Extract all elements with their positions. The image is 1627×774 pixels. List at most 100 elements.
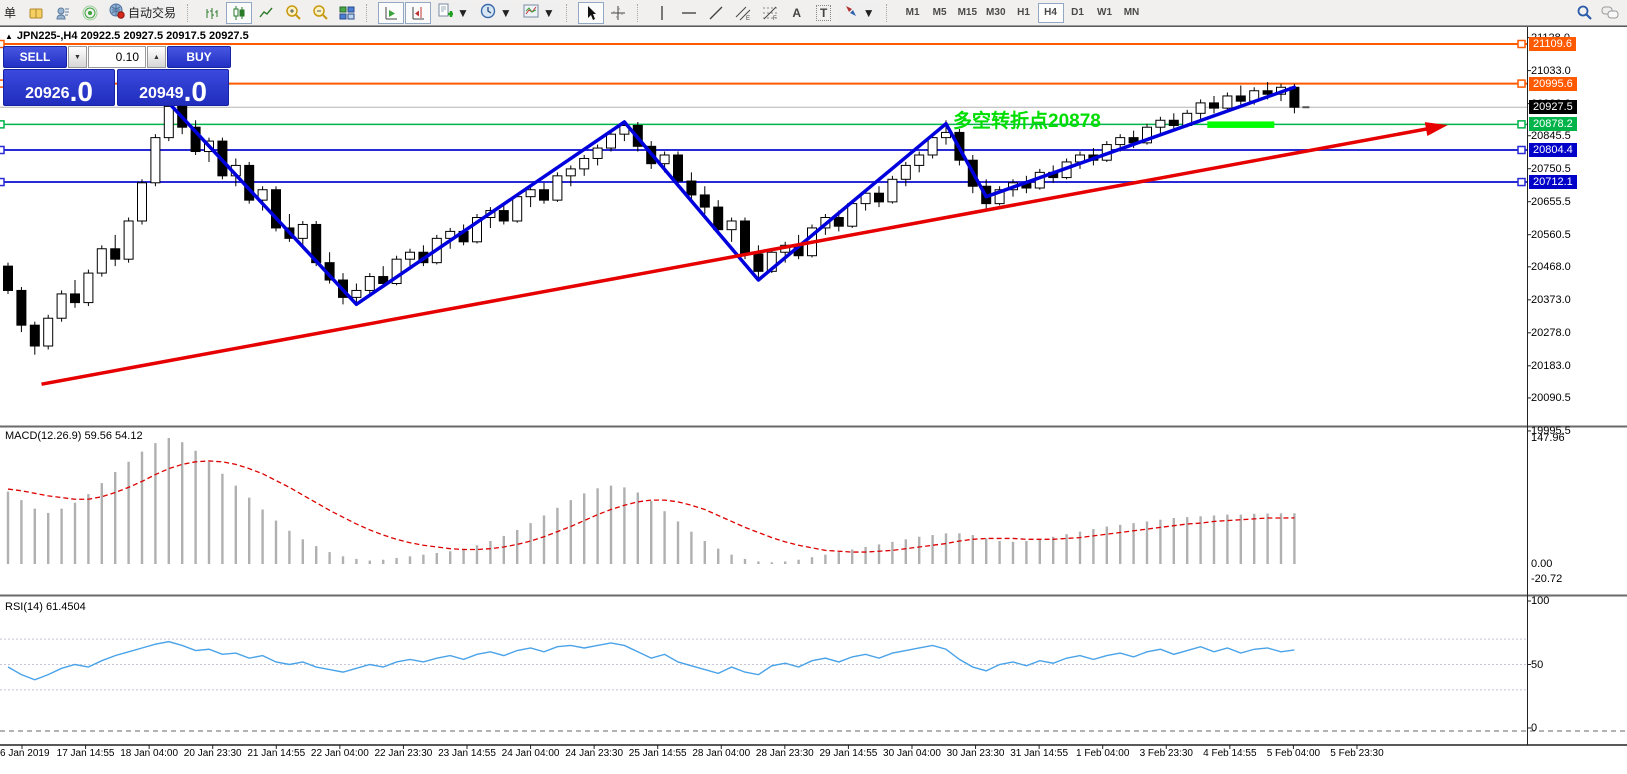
add-indicator-caret-icon[interactable]: ▼ (457, 6, 469, 20)
candle-body (553, 176, 562, 200)
tile-windows-button[interactable] (334, 2, 360, 24)
candle-body (4, 266, 13, 290)
sell-button[interactable]: SELL (3, 46, 67, 68)
candlestick-chart-type-button[interactable] (226, 2, 252, 24)
candle-body (741, 221, 750, 254)
time-axis-label: 30 Jan 04:00 (883, 748, 941, 759)
templates-button[interactable]: ▼ (518, 2, 560, 24)
candle-body (1223, 96, 1232, 108)
timeframe-h1[interactable]: H1 (1011, 3, 1037, 23)
chat-button[interactable] (1597, 2, 1623, 24)
timeframe-d1[interactable]: D1 (1065, 3, 1091, 23)
signal-icon (82, 5, 98, 21)
price-badge: 21109.6 (1529, 37, 1576, 51)
timeframe-m15[interactable]: M15 (954, 3, 981, 23)
line-right-marker (1518, 146, 1525, 153)
search-icon (1576, 4, 1593, 21)
trendline-tool-button[interactable] (703, 2, 729, 24)
time-axis-label: 17 Jan 14:55 (57, 748, 115, 759)
new-order-button[interactable] (23, 2, 49, 24)
macd-axis-max: 147.96 (1531, 432, 1565, 444)
candle-body (687, 181, 696, 195)
timeframe-mn[interactable]: MN (1119, 3, 1145, 23)
text-label-tool-button[interactable]: T (811, 2, 837, 24)
chart-title-text: JPN225-,H4 20922.5 20927.5 20917.5 20927… (17, 30, 249, 42)
auto-trading-label: 自动交易 (128, 4, 176, 21)
time-axis-label: 29 Jan 14:55 (819, 748, 877, 759)
buy-button[interactable]: BUY (167, 46, 231, 68)
crosshair-tool-button[interactable] (605, 2, 631, 24)
trade-panel-top-row: SELL ▼ ▲ BUY (3, 46, 229, 68)
time-axis-label: 18 Jan 04:00 (120, 748, 178, 759)
price-axis-label: 20845.5 (1531, 130, 1571, 142)
auto-scroll-icon (383, 5, 399, 21)
auto-scroll-button[interactable] (378, 2, 404, 24)
timeframe-m1[interactable]: M1 (900, 3, 926, 23)
auto-trading-button[interactable]: 自动交易 (104, 2, 181, 24)
rsi-line (8, 642, 1294, 680)
add-indicator-button[interactable]: ▼ (432, 2, 474, 24)
timeframe-m5[interactable]: M5 (927, 3, 953, 23)
candle-body (888, 179, 897, 202)
bar-chart-type-button[interactable] (199, 2, 225, 24)
cursor-tool-button[interactable] (578, 2, 604, 24)
equidistant-channel-icon: E (735, 5, 751, 21)
line-right-marker (1518, 41, 1525, 48)
candle-body (580, 158, 589, 168)
volume-decrease-button[interactable]: ▼ (68, 46, 87, 68)
candle-body (1169, 120, 1178, 125)
periods-caret-icon[interactable]: ▼ (500, 6, 512, 20)
line-right-marker (1518, 179, 1525, 186)
vertical-line-tool-button[interactable] (649, 2, 675, 24)
volume-increase-button[interactable]: ▲ (147, 46, 166, 68)
chart-shift-button[interactable] (405, 2, 431, 24)
fibonacci-tool-button[interactable]: F (757, 2, 783, 24)
terminal-window: 单 自动交易 (0, 0, 1627, 774)
timeframe-w1[interactable]: W1 (1092, 3, 1118, 23)
search-button[interactable] (1571, 2, 1597, 24)
timeframe-h4[interactable]: H4 (1038, 3, 1064, 23)
sell-price-box[interactable]: 20926 .0 (3, 69, 115, 106)
volume-input[interactable] (88, 46, 146, 68)
zoom-in-button[interactable] (280, 2, 306, 24)
signal-button[interactable] (77, 2, 103, 24)
candle-body (97, 249, 106, 273)
candle-body (84, 273, 93, 303)
collapse-triangle-icon[interactable]: ▲ (5, 32, 13, 41)
chart-canvas[interactable] (0, 27, 1627, 774)
periods-button[interactable]: ▼ (475, 2, 517, 24)
zoom-out-button[interactable] (307, 2, 333, 24)
text-tool-button[interactable]: A (784, 2, 810, 24)
candle-body (124, 221, 133, 259)
clipped-menu-label[interactable]: 单 (4, 4, 16, 21)
time-axis-label: 3 Feb 23:30 (1140, 748, 1193, 759)
line-left-marker (0, 121, 4, 128)
buy-price-box[interactable]: 20949 .0 (117, 69, 229, 106)
time-axis-label: 25 Jan 14:55 (629, 748, 687, 759)
line-chart-type-button[interactable] (253, 2, 279, 24)
arrows-tool-button[interactable]: ▼ (838, 2, 880, 24)
channel-tool-button[interactable]: E (730, 2, 756, 24)
candle-body (526, 190, 535, 197)
line-left-marker (0, 179, 4, 186)
sell-price-pips: .0 (70, 80, 93, 104)
arrows-caret-icon[interactable]: ▼ (863, 6, 875, 20)
text-tool-icon: A (792, 6, 801, 20)
price-badge: 20804.4 (1529, 143, 1577, 157)
candle-body (298, 224, 307, 238)
candle-body (566, 169, 575, 176)
time-axis-label: 23 Jan 14:55 (438, 748, 496, 759)
candle-body (1196, 103, 1205, 113)
timeframe-m30[interactable]: M30 (982, 3, 1009, 23)
toolbar-separator (566, 4, 573, 22)
highlight-green-bar (1207, 121, 1274, 128)
zoom-in-icon (285, 4, 302, 21)
profile-button[interactable] (50, 2, 76, 24)
time-axis-label: 22 Jan 04:00 (311, 748, 369, 759)
bar-chart-icon (204, 5, 220, 21)
periods-clock-icon (480, 3, 496, 22)
horizontal-line-tool-button[interactable] (676, 2, 702, 24)
candlestick-icon (231, 5, 247, 21)
chart-shift-icon (410, 5, 426, 21)
templates-caret-icon[interactable]: ▼ (543, 6, 555, 20)
